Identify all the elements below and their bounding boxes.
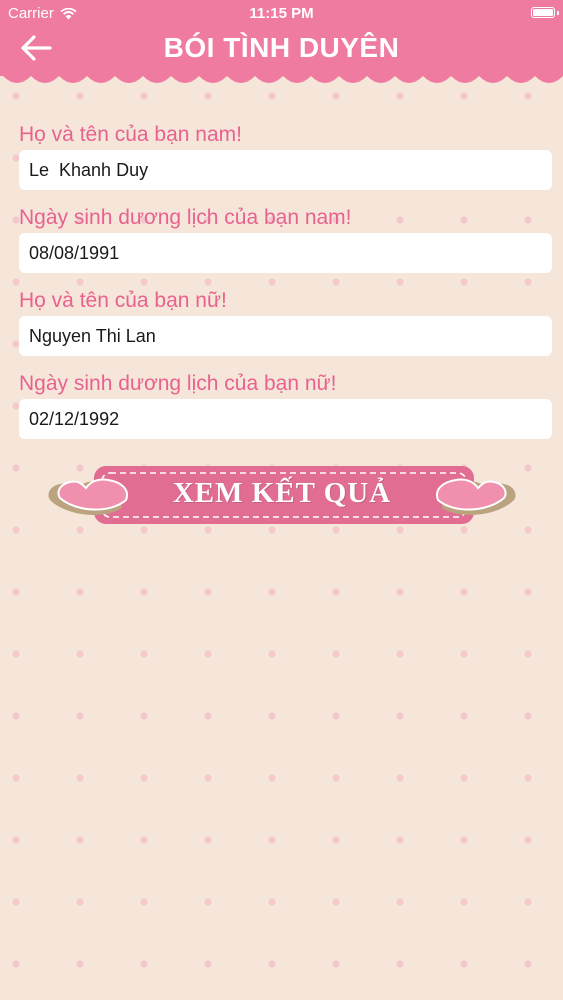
view-result-button[interactable]: XEM KẾT QUẢ <box>46 460 518 532</box>
status-time: 11:15 PM <box>249 5 314 22</box>
page-title: BÓI TÌNH DUYÊN <box>163 32 400 63</box>
female-name-label: Họ và tên của bạn nữ! <box>19 289 227 312</box>
male-name-label: Họ và tên của bạn nam! <box>19 123 242 146</box>
view-result-label: XEM KẾT QUẢ <box>172 477 392 509</box>
battery-icon <box>531 7 555 18</box>
header-scallop-edge <box>0 74 563 83</box>
female-birthdate-label: Ngày sinh dương lịch của bạn nữ! <box>19 372 337 395</box>
male-birthdate-input[interactable] <box>19 233 552 273</box>
female-birthdate-input[interactable] <box>19 399 552 439</box>
status-bar: Carrier 11:15 PM <box>0 0 563 28</box>
male-birthdate-label: Ngày sinh dương lịch của bạn nam! <box>19 206 352 229</box>
male-name-input[interactable] <box>19 150 552 190</box>
battery-tip <box>557 11 559 15</box>
battery-level <box>533 9 553 16</box>
love-form: Họ và tên của bạn nam! Ngày sinh dương l… <box>19 120 552 452</box>
female-name-input[interactable] <box>19 316 552 356</box>
